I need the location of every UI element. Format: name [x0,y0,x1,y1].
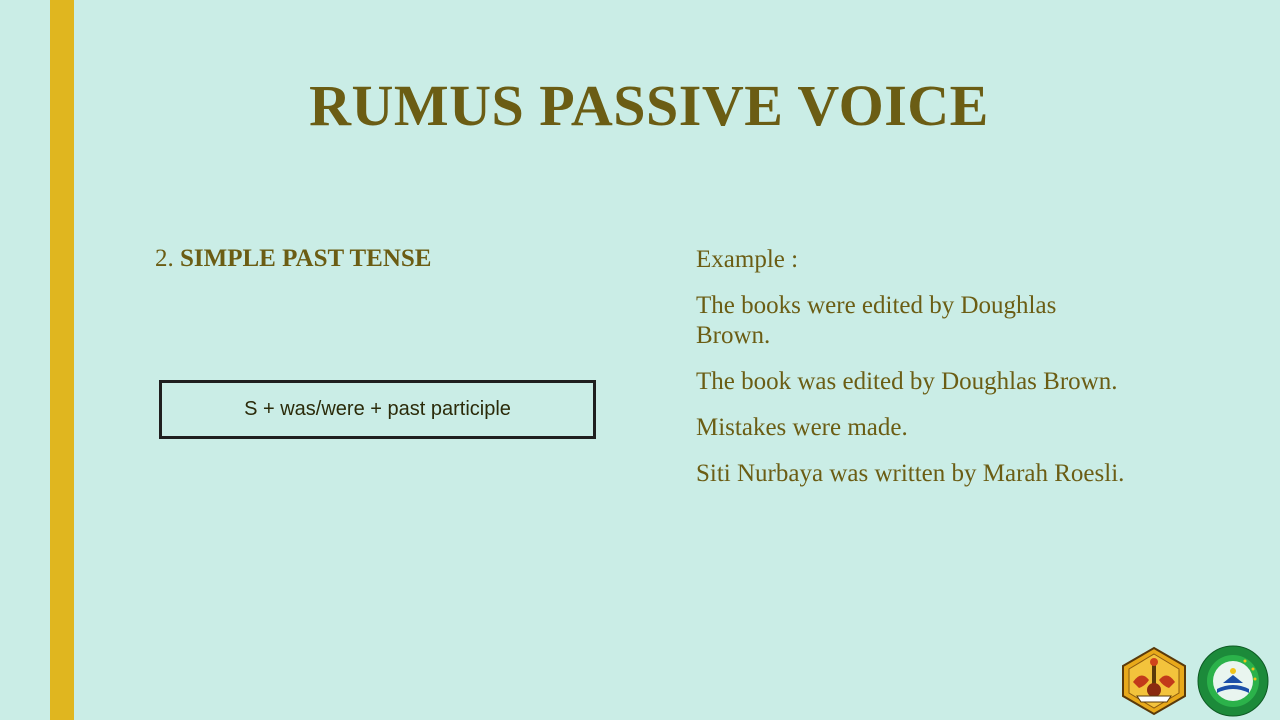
formula-box: S + was/were + past participle [159,380,596,439]
university-crest-icon [1122,646,1186,716]
section-title: SIMPLE PAST TENSE [180,245,432,272]
formula-text: S + was/were + past participle [244,398,511,420]
example-item: The books were edited by Doughlas Brown. [696,292,1057,349]
example-item: Mistakes were made. [696,414,908,441]
slide-title: RUMUS PASSIVE VOICE [309,73,989,138]
examples-label: Example : [696,246,799,273]
examples-list: Example : The books were edited by Dough… [696,245,1136,505]
school-emblem-icon [1197,645,1269,717]
example-item: The book was edited by Doughlas Brown. [696,368,1118,395]
section-number: 2. [155,245,174,272]
example-item: Siti Nurbaya was written by Marah Roesli… [696,460,1125,487]
section-heading: 2. SIMPLE PAST TENSE [155,245,431,273]
